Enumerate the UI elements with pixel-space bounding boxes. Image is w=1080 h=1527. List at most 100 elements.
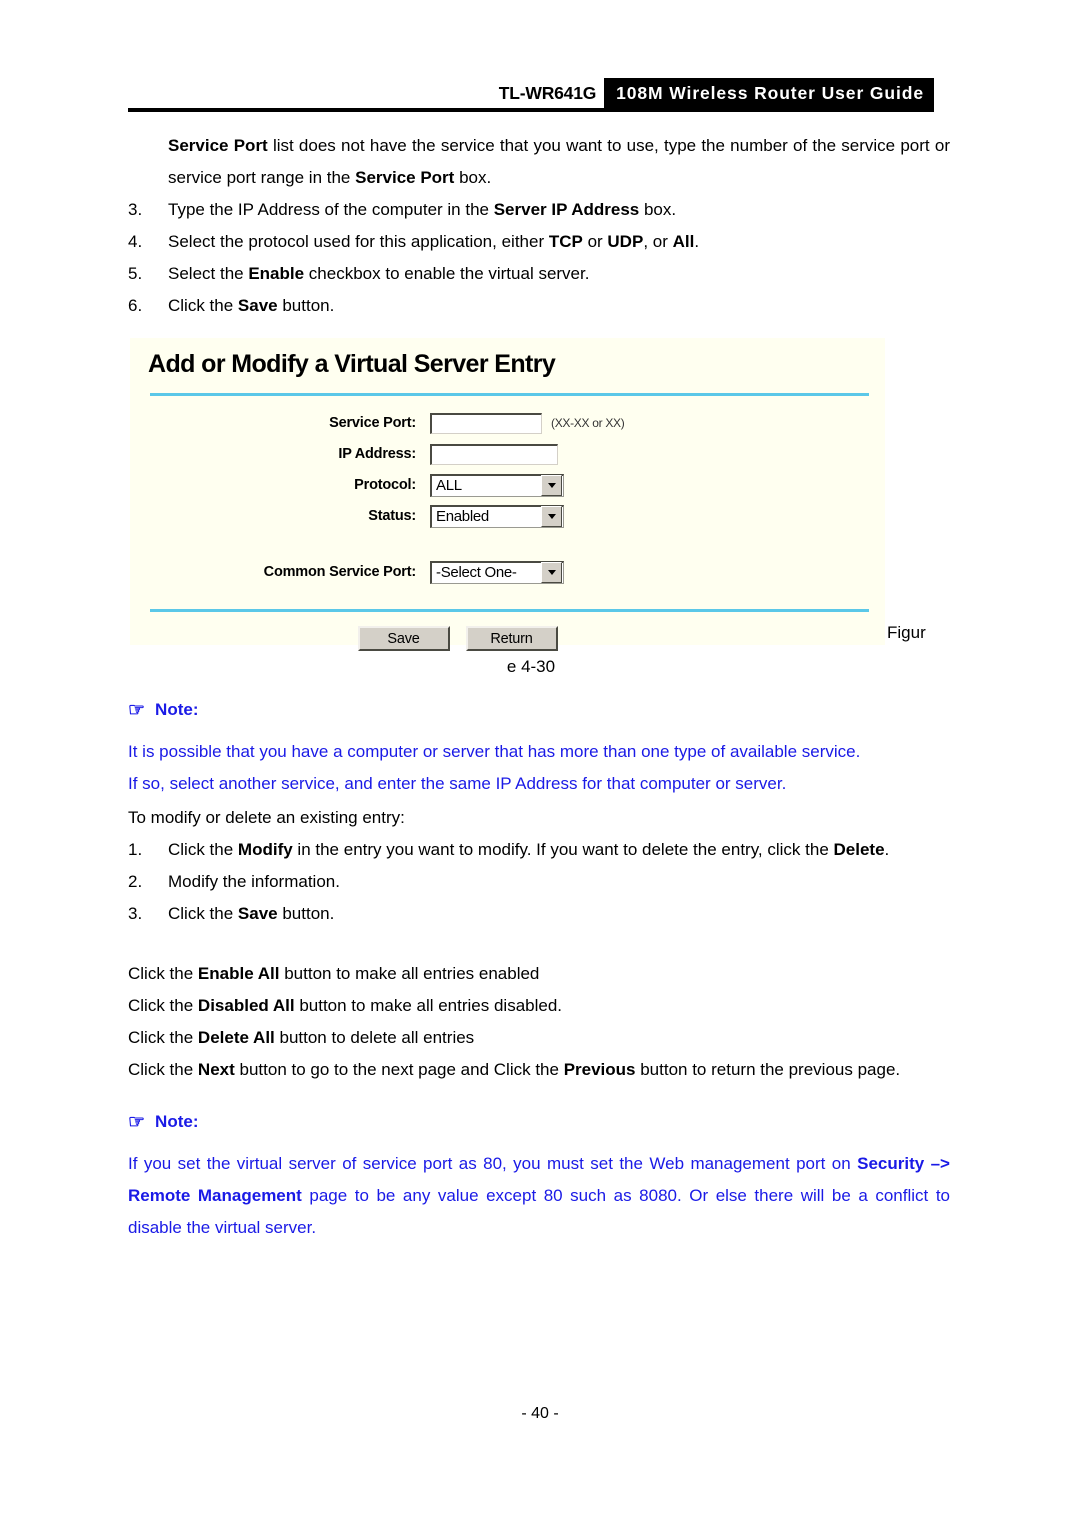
service-port-hint: (XX-XX or XX) <box>551 416 625 430</box>
step4-mid2: , or <box>643 232 673 251</box>
note-text-2: If you set the virtual server of service… <box>128 1148 950 1244</box>
list-number: 3. <box>128 904 143 923</box>
list-number: 3. <box>128 200 143 219</box>
virtual-server-form: Service Port: (XX-XX or XX) IP Address: … <box>130 396 885 587</box>
intro-paragraph: Service Port list does not have the serv… <box>128 130 950 194</box>
list-number: 2. <box>128 872 143 891</box>
router-config-panel: Add or Modify a Virtual Server Entry Ser… <box>130 338 885 651</box>
intro-bold-service-port-2: Service Port <box>355 168 455 187</box>
chevron-down-icon[interactable] <box>541 506 562 527</box>
lower-content: ☞ Note: It is possible that you have a c… <box>128 700 950 1244</box>
form-row-service-port: Service Port: (XX-XX or XX) <box>130 408 885 438</box>
modify-step3-bold: Save <box>237 904 278 923</box>
arrow-glyph <box>547 514 556 519</box>
disabled-all-pre: Click the <box>128 996 198 1015</box>
enable-all-bold: Enable All <box>197 964 280 983</box>
protocol-select[interactable]: ALL <box>430 473 564 497</box>
panel-title: Add or Modify a Virtual Server Entry <box>148 350 556 378</box>
step6-pre: Click the <box>168 296 238 315</box>
common-service-port-select[interactable]: -Select One- <box>430 560 564 584</box>
delete-all-bold: Delete All <box>197 1028 275 1047</box>
figure-caption-fragment-wrapped: e 4-30 <box>506 657 556 676</box>
main-content: Service Port list does not have the serv… <box>128 130 950 322</box>
step5-pre: Select the <box>168 264 249 283</box>
chevron-down-icon[interactable] <box>541 562 562 583</box>
list-text: Click the Save button. <box>168 290 950 322</box>
modify-step1-post: . <box>884 840 890 859</box>
step4-post: . <box>694 232 700 251</box>
list-number: 6. <box>128 296 143 315</box>
step4-bold-all: All <box>672 232 695 251</box>
list-item: 3. Type the IP Address of the computer i… <box>128 194 950 226</box>
common-service-port-label: Common Service Port: <box>263 564 417 580</box>
header-model-label: TL-WR641G <box>498 82 597 103</box>
list-text: Type the IP Address of the computer in t… <box>168 194 950 226</box>
step5-bold: Enable <box>248 264 305 283</box>
list-number: 1. <box>128 840 143 859</box>
step4-mid: or <box>582 232 608 251</box>
disabled-all-paragraph: Click the Disabled All button to make al… <box>128 990 950 1022</box>
modify-step3-pre: Click the <box>168 904 238 923</box>
note-text-1-line-2: If so, select another service, and enter… <box>128 774 787 793</box>
chevron-down-icon[interactable] <box>541 475 562 496</box>
ip-address-input[interactable] <box>430 443 558 465</box>
list-item: 4. Select the protocol used for this app… <box>128 226 950 258</box>
form-row-ip-address: IP Address: <box>130 439 885 469</box>
disabled-all-post: button to make all entries disabled. <box>294 996 563 1015</box>
arrow-glyph <box>547 483 556 488</box>
page-footer: - 40 - <box>521 1405 559 1422</box>
list-number: 4. <box>128 232 143 251</box>
next-prev-pre: Click the <box>128 1060 198 1079</box>
protocol-label: Protocol: <box>354 477 416 493</box>
list-item: 6. Click the Save button. <box>128 290 950 322</box>
common-service-port-selected-value: -Select One- <box>436 564 517 581</box>
status-select[interactable]: Enabled <box>430 504 564 528</box>
step6-bold: Save <box>237 296 278 315</box>
header-divider-rule <box>128 108 934 112</box>
next-previous-paragraph: Click the Next button to go to the next … <box>128 1054 950 1086</box>
delete-all-post: button to delete all entries <box>274 1028 475 1047</box>
enable-all-pre: Click the <box>128 964 198 983</box>
note-heading-2: ☞ Note: <box>128 1112 950 1132</box>
status-selected-value: Enabled <box>436 508 489 525</box>
intro-text-1: list does not have the service that you … <box>168 136 950 187</box>
service-port-input[interactable] <box>430 412 542 434</box>
header-row: TL-WR641G 108M Wireless Router User Guid… <box>128 78 934 108</box>
step3-post: box. <box>639 200 677 219</box>
step4-pre: Select the protocol used for this applic… <box>168 232 549 251</box>
protocol-selected-value: ALL <box>436 477 462 494</box>
form-row-protocol: Protocol: ALL <box>130 470 885 500</box>
list-text: Select the Enable checkbox to enable the… <box>168 258 950 290</box>
page-header: TL-WR641G 108M Wireless Router User Guid… <box>128 78 934 112</box>
figure-caption-fragment-right: Figur <box>887 623 926 642</box>
enable-all-paragraph: Click the Enable All button to make all … <box>128 958 950 990</box>
save-button[interactable]: Save <box>357 626 450 651</box>
form-row-common-service-port: Common Service Port: -Select One- <box>130 557 885 587</box>
list-item: 2. Modify the information. <box>128 866 950 898</box>
modify-intro-paragraph: To modify or delete an existing entry: <box>128 808 405 827</box>
list-text: Click the Save button. <box>168 898 950 930</box>
step3-pre: Type the IP Address of the computer in t… <box>168 200 494 219</box>
enable-all-post: button to make all entries enabled <box>279 964 540 983</box>
list-text: Select the protocol used for this applic… <box>168 226 950 258</box>
delete-all-pre: Click the <box>128 1028 198 1047</box>
arrow-glyph <box>547 570 556 575</box>
list-number: 5. <box>128 264 143 283</box>
modify-step1-mid: in the entry you want to modify. If you … <box>292 840 834 859</box>
list-text: Click the Modify in the entry you want t… <box>168 834 950 866</box>
note-text-1-line-1: It is possible that you have a computer … <box>128 742 861 761</box>
delete-all-paragraph: Click the Delete All button to delete al… <box>128 1022 950 1054</box>
modify-step1-pre: Click the <box>168 840 238 859</box>
status-label: Status: <box>368 508 416 524</box>
note-label-1: Note: <box>155 700 199 719</box>
list-item: 3. Click the Save button. <box>128 898 950 930</box>
return-button[interactable]: Return <box>465 626 558 651</box>
step5-post: checkbox to enable the virtual server. <box>304 264 590 283</box>
disabled-all-bold: Disabled All <box>197 996 295 1015</box>
intro-text-2: box. <box>454 168 492 187</box>
modify-step3-post: button. <box>277 904 335 923</box>
